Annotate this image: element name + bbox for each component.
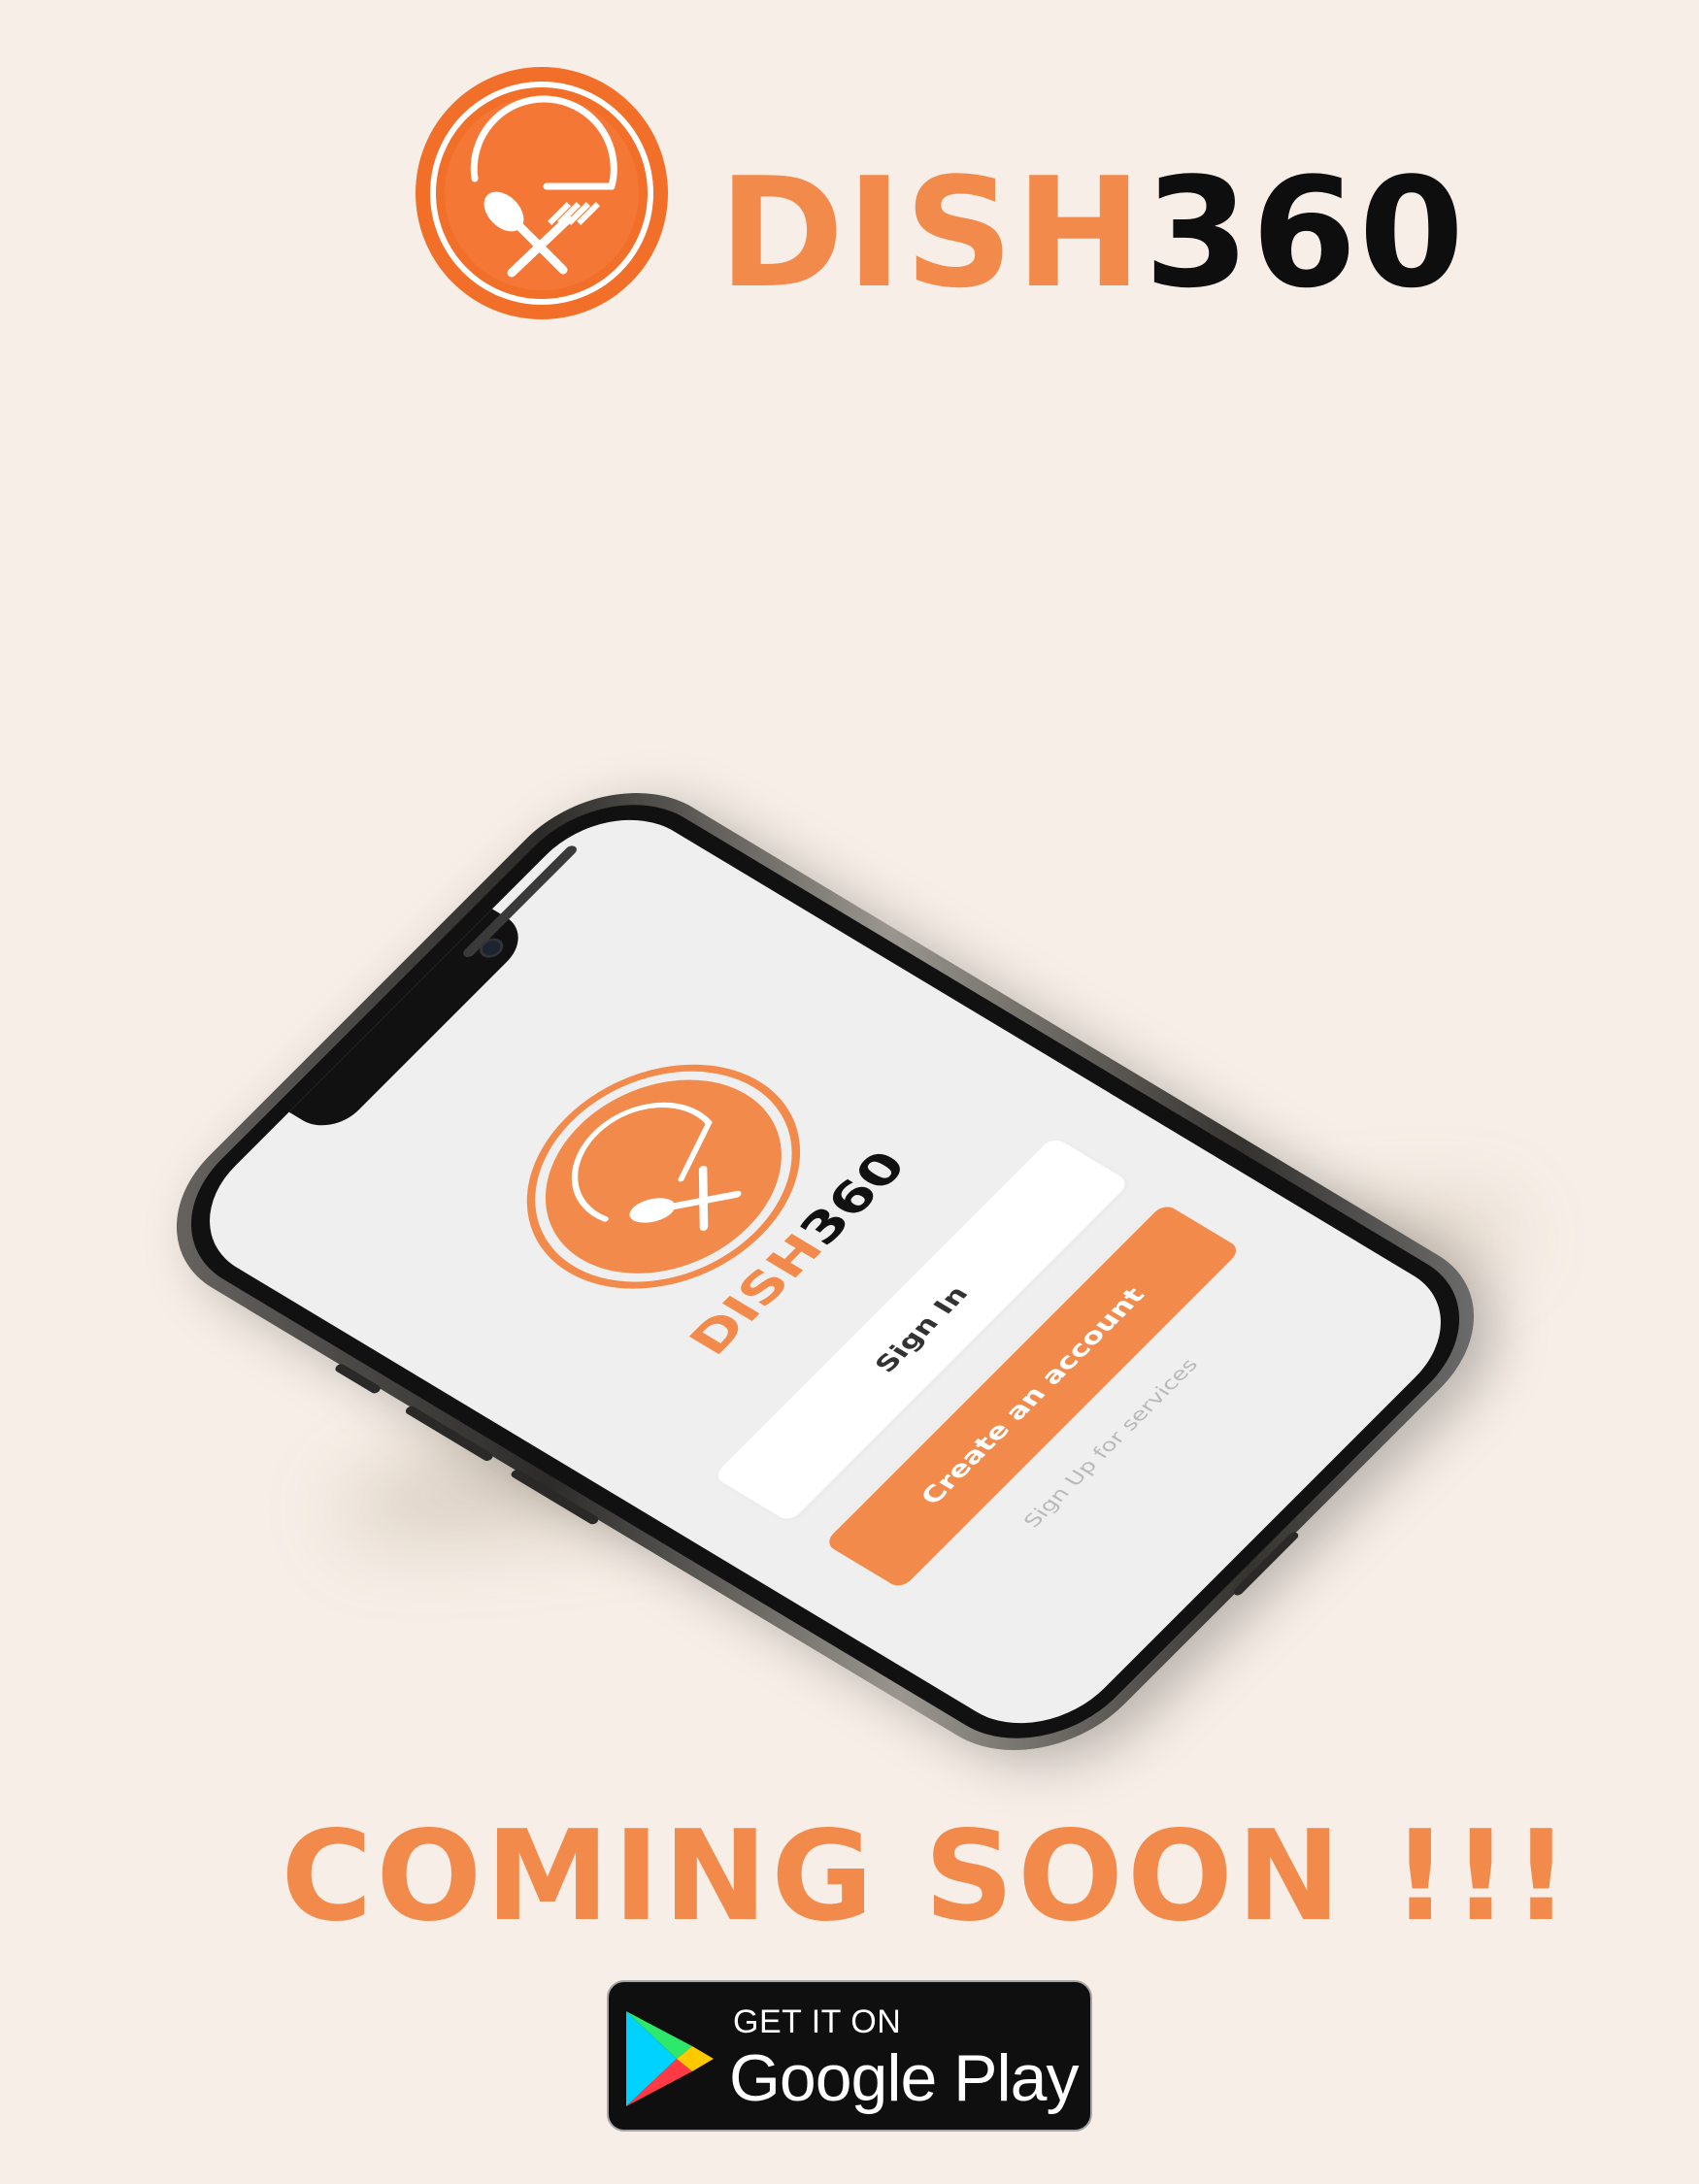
google-play-badge[interactable]: GET IT ON Google Play xyxy=(607,1980,1092,2132)
phone-mockup: DISH360 Sign In Create an account Sign U… xyxy=(127,544,1612,1787)
brand-wordmark: DISH360 xyxy=(718,157,1466,351)
phone-body: DISH360 Sign In Create an account Sign U… xyxy=(127,756,1523,1787)
brand-wordmark-part1: DISH xyxy=(718,145,1145,321)
badge-top-text: GET IT ON xyxy=(733,2003,902,2040)
brand-header: DISH360 xyxy=(413,64,1464,326)
badge-main-text: Google Play xyxy=(729,2041,1079,2115)
plate-fork-spoon-icon xyxy=(416,67,668,319)
phone-screen: DISH360 Sign In Create an account Sign U… xyxy=(172,792,1479,1751)
coming-soon-headline: COMING SOON !!! xyxy=(281,1804,1574,1949)
google-play-icon xyxy=(626,2011,714,2106)
brand-wordmark-part2: 360 xyxy=(1144,145,1467,321)
